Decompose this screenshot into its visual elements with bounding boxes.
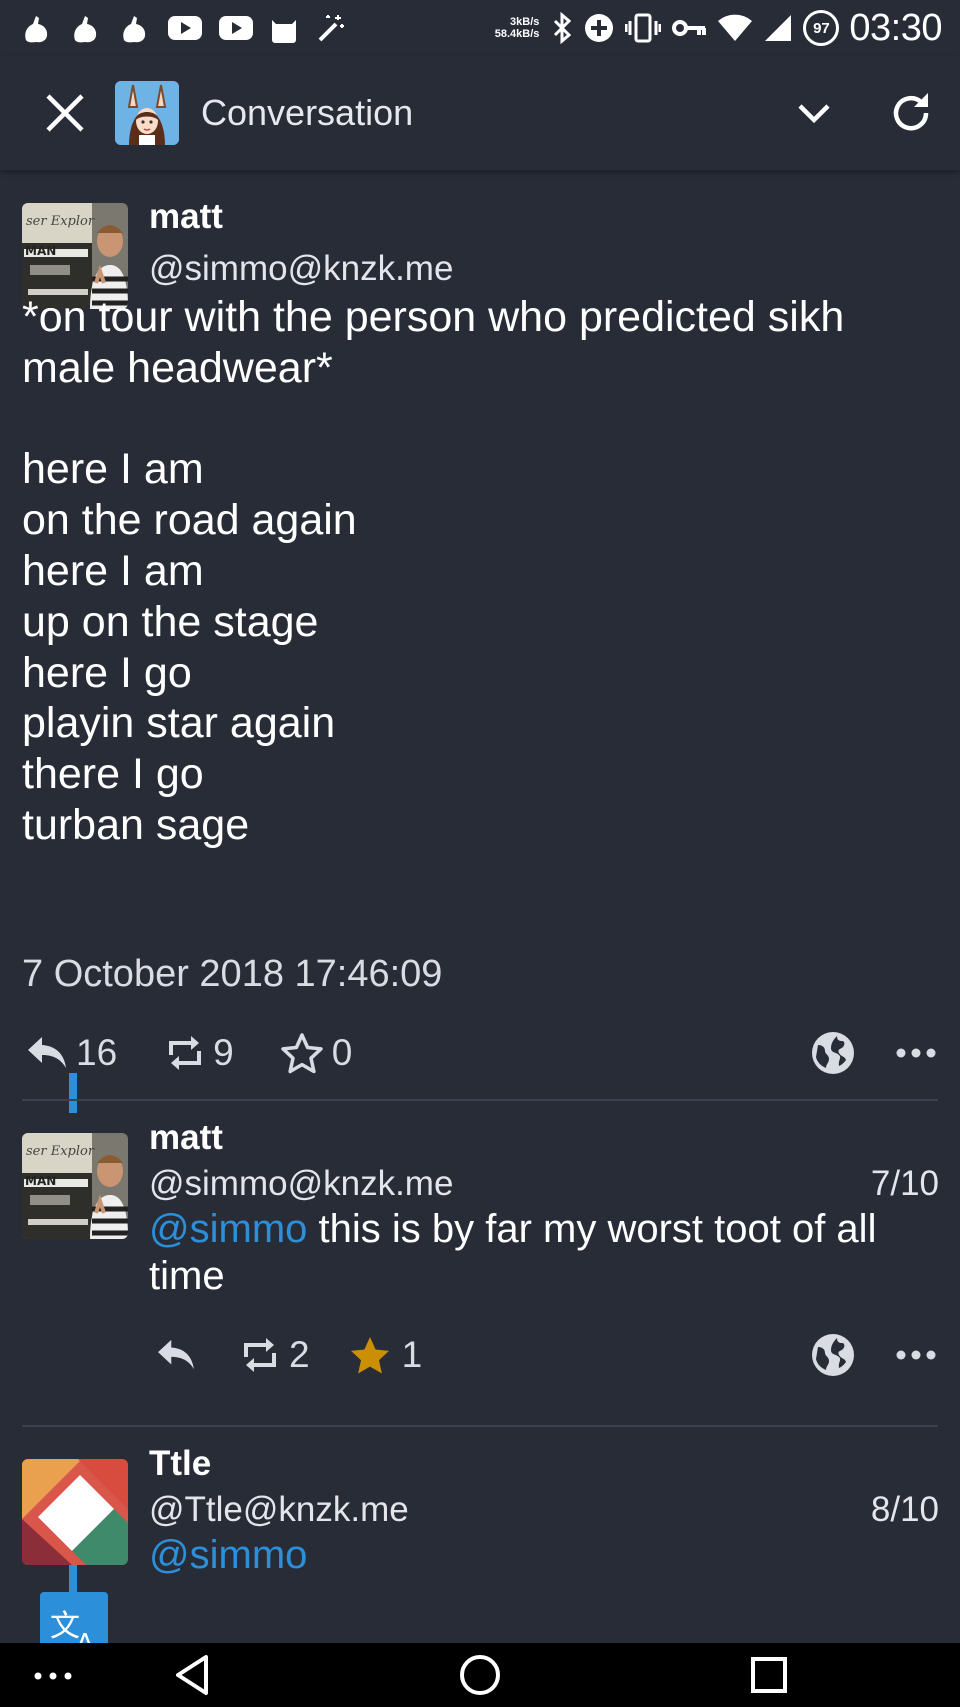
toot-content: @simmo <box>149 1532 939 1579</box>
close-icon[interactable] <box>44 92 86 134</box>
reply-button[interactable]: 16 <box>26 1032 117 1074</box>
android-notification-icon <box>272 20 296 43</box>
content-line: @simmo this is by far my worst toot of a… <box>149 1206 939 1253</box>
reply-icon <box>28 1037 66 1068</box>
more-icon[interactable] <box>33 1671 73 1681</box>
content-line: here I am <box>22 445 204 494</box>
content-line: up on the stage <box>22 597 319 646</box>
reply-toot: ser Explor MAN matt @simmo@knzk.me 7/10 … <box>0 1101 960 1427</box>
display-name[interactable]: matt <box>149 1118 939 1158</box>
toot-date: 8/10 <box>870 1490 939 1529</box>
app-notification-icon <box>25 16 48 43</box>
favourite-button[interactable]: 0 <box>280 1032 353 1074</box>
content-text: this is by far my worst toot of all <box>307 1207 877 1251</box>
vibrate-icon <box>625 13 662 43</box>
content-line: playin star again <box>22 699 336 748</box>
toot-actions: 2 1 <box>156 1329 936 1381</box>
notification-icons <box>20 10 346 46</box>
clock: 03:30 <box>849 6 942 49</box>
favourite-count: 0 <box>331 1032 353 1073</box>
display-name[interactable]: matt <box>149 197 453 237</box>
mention-link[interactable]: @simmo <box>149 1533 307 1577</box>
refresh-icon[interactable] <box>888 90 934 136</box>
content-line: here I am <box>22 546 204 595</box>
header-actions <box>796 90 934 136</box>
account-handle[interactable]: @simmo@knzk.me <box>149 1164 453 1204</box>
recents-icon[interactable] <box>749 1655 789 1695</box>
magic-wand-icon <box>318 15 344 42</box>
more-icon[interactable] <box>896 1047 936 1059</box>
content-line <box>22 394 942 445</box>
reply-icon <box>158 1339 194 1370</box>
toot-timestamp[interactable]: 7 October 2018 17:46:09 <box>22 953 442 996</box>
app-notification-icon <box>74 16 97 43</box>
content-line: time <box>149 1254 225 1298</box>
favourite-button[interactable]: 1 <box>348 1334 423 1376</box>
boost-count: 9 <box>213 1032 234 1073</box>
svg-text:MAN: MAN <box>25 1174 56 1188</box>
vpn-key-icon <box>672 20 707 36</box>
content-line: there I go <box>22 750 204 799</box>
bluetooth-icon <box>554 12 572 44</box>
boost-icon <box>244 1338 276 1372</box>
translate-icon: 文A <box>50 1609 94 1643</box>
page-title: Conversation <box>201 92 414 133</box>
globe-icon[interactable] <box>810 1030 856 1076</box>
svg-text:MAN: MAN <box>25 244 56 258</box>
home-icon[interactable] <box>458 1653 502 1697</box>
data-saver-icon <box>585 14 614 42</box>
status-bar: 3kB/s 58.4kB/s 97 03:30 <box>0 0 960 56</box>
toot-content: *on tour with the person who predicted s… <box>22 292 942 851</box>
globe-icon[interactable] <box>810 1332 856 1378</box>
network-speed: 3kB/s 58.4kB/s <box>495 16 540 40</box>
youtube-icon <box>219 16 253 40</box>
content-line: here I go <box>22 648 192 697</box>
toot-date: 7/10 <box>870 1164 939 1203</box>
youtube-icon <box>168 16 202 40</box>
avatar[interactable]: ser Explor MAN <box>22 1133 128 1239</box>
content-line: turban sage <box>22 800 250 849</box>
content-line: on the road again <box>22 496 357 545</box>
boost-button[interactable]: 9 <box>165 1032 234 1074</box>
system-icons: 3kB/s 58.4kB/s 97 03:30 <box>495 6 943 50</box>
boost-icon <box>169 1036 202 1070</box>
svg-text:A: A <box>76 1629 94 1643</box>
star-icon <box>280 1033 323 1074</box>
favourite-count: 1 <box>401 1334 423 1375</box>
net-down: 58.4kB/s <box>494 28 540 40</box>
reply-count: 16 <box>76 1032 118 1073</box>
svg-text:ser Explor: ser Explor <box>26 1144 95 1159</box>
cell-signal-icon <box>765 15 792 41</box>
back-icon[interactable] <box>172 1653 212 1697</box>
account-handle[interactable]: @simmo@knzk.me <box>149 249 453 289</box>
boost-count: 2 <box>289 1334 310 1375</box>
reply-toot: 文A Ttle @Ttle@knzk.me 8/10 @simmo <box>0 1427 960 1643</box>
wifi-icon <box>718 14 753 41</box>
app-notification-icon <box>123 16 146 43</box>
chevron-down-icon[interactable] <box>796 101 832 125</box>
account-avatar[interactable] <box>115 81 179 145</box>
net-up: 3kB/s <box>510 16 540 28</box>
mention-link[interactable]: @simmo <box>149 1207 307 1251</box>
battery-indicator: 97 <box>803 10 840 46</box>
boost-button[interactable]: 2 <box>240 1334 310 1376</box>
reply-button[interactable] <box>156 1338 196 1372</box>
translate-badge[interactable]: 文A <box>40 1592 108 1643</box>
app-header: Conversation <box>0 56 960 170</box>
account-handle[interactable]: @Ttle@knzk.me <box>149 1490 409 1530</box>
toot-actions: 16 9 0 <box>26 1027 936 1079</box>
star-icon <box>350 1337 389 1374</box>
more-icon[interactable] <box>896 1349 936 1361</box>
svg-text:ser Explor: ser Explor <box>26 214 95 229</box>
content-line: male headwear* <box>22 343 333 392</box>
toot-content: @simmo this is by far my worst toot of a… <box>149 1206 939 1300</box>
main-toot: ser Explor MAN matt @simmo@knzk.me *on t… <box>0 170 960 1100</box>
content-line: *on tour with the person who predicted s… <box>22 293 845 341</box>
avatar[interactable] <box>22 1459 128 1565</box>
display-name[interactable]: Ttle <box>149 1444 939 1484</box>
navigation-bar <box>0 1643 960 1707</box>
